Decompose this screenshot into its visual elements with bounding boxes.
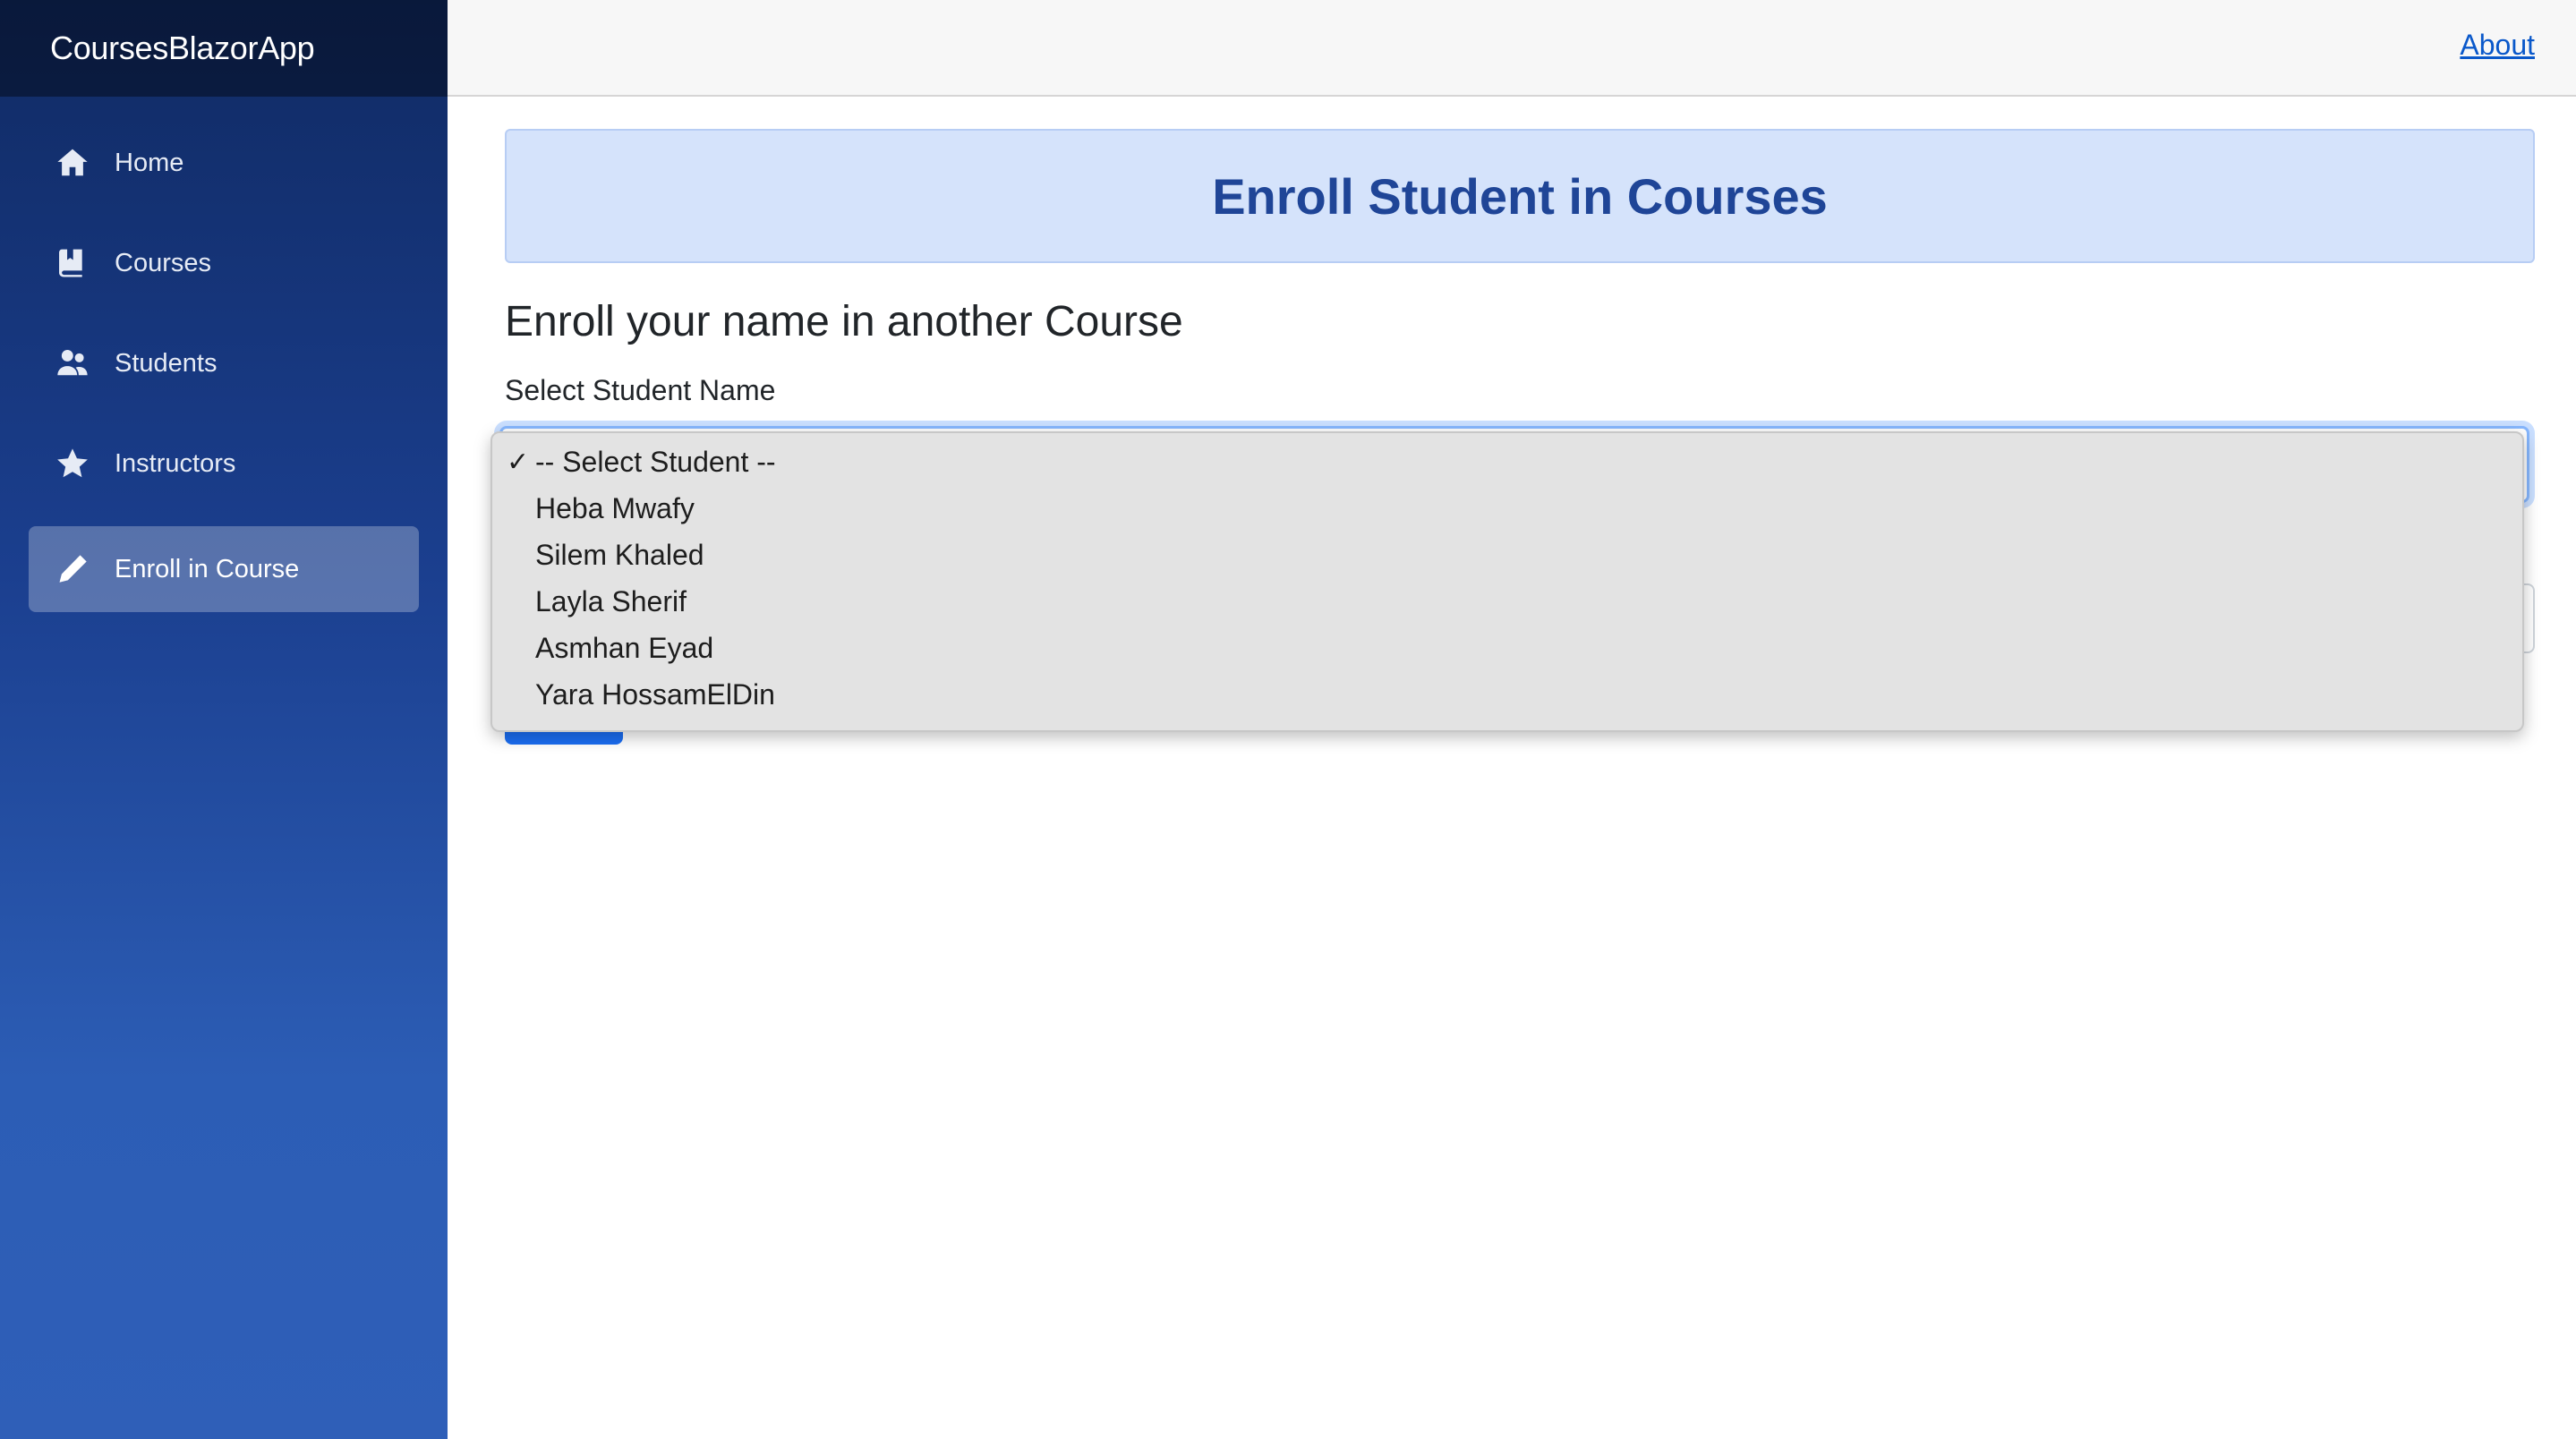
checkmark-icon: ✓ <box>507 447 530 477</box>
student-dropdown-popup: ✓ -- Select Student -- Heba Mwafy Silem … <box>490 431 2524 732</box>
sidebar-item-label: Home <box>115 148 184 177</box>
dropdown-option[interactable]: Silem Khaled <box>535 532 704 578</box>
brand-link[interactable]: CoursesBlazorApp <box>50 30 315 67</box>
dropdown-option[interactable]: Layla Sherif <box>535 578 687 625</box>
app-root: CoursesBlazorApp Home Courses Students I… <box>0 0 2576 1439</box>
people-icon <box>55 346 90 380</box>
sidebar-item-label: Students <box>115 348 218 378</box>
dropdown-option[interactable]: Heba Mwafy <box>535 485 695 532</box>
sidebar-item-label: Enroll in Course <box>115 554 300 583</box>
page-title: Enroll Student in Courses <box>1212 167 1828 225</box>
dropdown-option-placeholder[interactable]: -- Select Student -- <box>535 439 776 485</box>
sidebar-item-label: Instructors <box>115 448 236 478</box>
book-icon <box>55 246 90 280</box>
sidebar-item-home[interactable]: Home <box>29 120 419 206</box>
student-select-label: Select Student Name <box>505 374 776 406</box>
sidebar: CoursesBlazorApp Home Courses Students I… <box>0 0 448 1439</box>
star-icon <box>55 447 90 481</box>
home-icon <box>55 146 90 180</box>
sidebar-item-instructors[interactable]: Instructors <box>29 421 419 507</box>
title-banner: Enroll Student in Courses <box>505 129 2535 263</box>
sidebar-item-label: Courses <box>115 248 211 277</box>
about-link[interactable]: About <box>2460 29 2535 62</box>
sidebar-item-enroll[interactable]: Enroll in Course <box>29 526 419 612</box>
pencil-icon <box>55 552 90 586</box>
top-row: About <box>448 0 2576 97</box>
section-heading: Enroll your name in another Course <box>505 298 1183 345</box>
dropdown-option[interactable]: Asmhan Eyad <box>535 625 713 671</box>
dropdown-option[interactable]: Yara HossamElDin <box>535 671 775 718</box>
sidebar-item-students[interactable]: Students <box>29 320 419 406</box>
brand-bar: CoursesBlazorApp <box>0 0 448 97</box>
sidebar-item-courses[interactable]: Courses <box>29 220 419 306</box>
